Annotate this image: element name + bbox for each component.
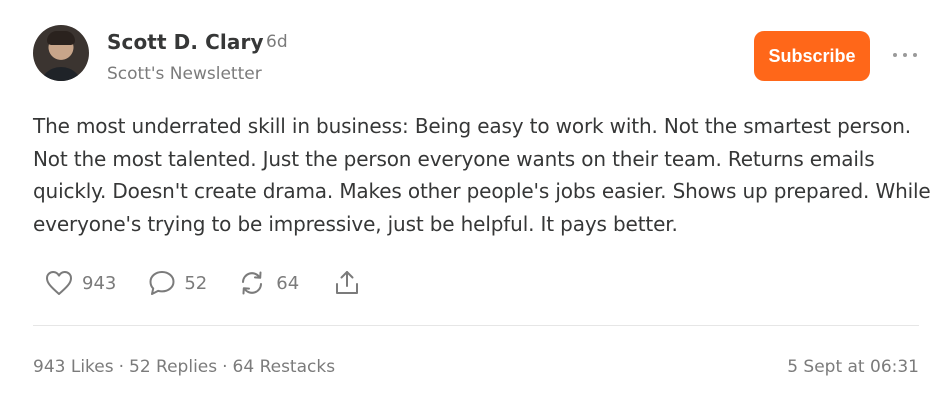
more-options-icon[interactable] — [893, 47, 917, 63]
separator: · — [118, 357, 125, 377]
more-dot — [913, 53, 917, 57]
share-button[interactable] — [333, 269, 361, 297]
more-dot — [893, 53, 897, 57]
likes-link[interactable]: 943 Likes — [33, 357, 114, 377]
restacks-link[interactable]: 64 Restacks — [233, 357, 336, 377]
like-button[interactable]: 943 — [45, 270, 116, 296]
like-count: 943 — [82, 272, 117, 294]
reply-count: 52 — [184, 272, 208, 294]
author-avatar[interactable] — [33, 25, 89, 81]
comment-icon — [149, 271, 175, 295]
restack-count: 64 — [276, 272, 300, 294]
more-dot — [903, 53, 907, 57]
post-body: The most underrated skill in business: B… — [33, 114, 931, 236]
reply-button[interactable]: 52 — [148, 269, 207, 297]
subscribe-button[interactable]: Subscribe — [754, 31, 870, 81]
restack-button[interactable]: 64 — [238, 269, 299, 297]
newsletter-name[interactable]: Scott's Newsletter — [107, 64, 262, 84]
post-time[interactable]: 6d — [266, 32, 288, 52]
heart-icon — [46, 271, 72, 295]
separator: · — [222, 357, 228, 377]
post-date[interactable]: 5 Sept at 06:31 — [787, 357, 919, 377]
restack-icon — [242, 271, 263, 295]
share-icon — [336, 271, 359, 294]
post-stats: 943 Likes · 52 Replies · 64 Restacks — [33, 357, 335, 377]
post-actions: 943 52 64 — [45, 266, 361, 300]
replies-link[interactable]: 52 Replies — [129, 357, 217, 377]
author-name[interactable]: Scott D. Clary — [107, 30, 264, 54]
divider — [33, 325, 919, 326]
